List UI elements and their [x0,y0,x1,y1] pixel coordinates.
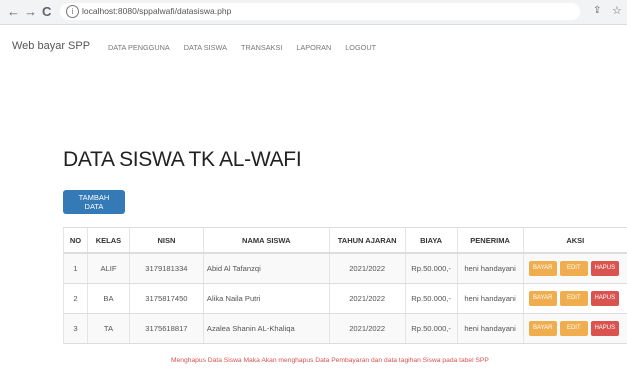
back-icon[interactable]: ← [7,4,20,20]
cell-nama: Abid Al Tafanzqi [202,253,330,284]
cell-biaya: Rp.50.000,- [404,313,458,344]
forward-icon[interactable]: → [24,4,37,20]
cell-no: 3 [63,313,88,344]
cell-tahun: 2021/2022 [328,283,406,314]
cell-penerima: heni handayani [456,313,524,344]
header-nisn: NISN [128,227,204,254]
cell-tahun: 2021/2022 [328,313,406,344]
reload-icon[interactable]: C [42,4,51,20]
share-icon[interactable]: ⇪ [593,5,601,16]
nav-menu: DATA PENGGUNA DATA SISWA TRANSAKSI LAPOR… [108,43,376,52]
url-text[interactable]: localhost:8080/sppalwafi/datasiswa.php [82,6,231,16]
hapus-button[interactable]: HAPUS [590,291,619,306]
address-bar[interactable]: i localhost:8080/sppalwafi/datasiswa.php [60,3,580,20]
table-row: 1 ALIF 3179181334 Abid Al Tafanzqi 2021/… [63,253,627,284]
table-row: 3 TA 3175618817 Azalea Shanin AL-Khaliqa… [63,313,627,344]
header-penerima: PENERIMA [456,227,524,254]
cell-biaya: Rp.50.000,- [404,283,458,314]
cell-penerima: heni handayani [456,283,524,314]
bayar-button[interactable]: BAYAR [528,321,557,336]
edit-button[interactable]: EDIT [559,321,588,336]
nav-transaksi[interactable]: TRANSAKSI [241,43,282,52]
nav-data-siswa[interactable]: DATA SISWA [184,43,227,52]
cell-nisn: 3175618817 [128,313,204,344]
nav-logout[interactable]: LOGOUT [345,43,376,52]
browser-toolbar: ← → C i localhost:8080/sppalwafi/datasis… [0,0,627,25]
header-biaya: BIAYA [404,227,458,254]
nav-data-pengguna[interactable]: DATA PENGGUNA [108,43,170,52]
info-icon[interactable]: i [66,5,79,18]
cell-nama: Alika Naila Putri [202,283,330,314]
cell-kelas: BA [86,283,130,314]
add-data-button[interactable]: TAMBAH DATA [63,190,125,214]
cell-penerima: heni handayani [456,253,524,284]
app-navbar: Web bayar SPP DATA PENGGUNA DATA SISWA T… [0,36,627,56]
hapus-button[interactable]: HAPUS [590,321,619,336]
cell-aksi: BAYAR EDIT HAPUS [522,313,627,344]
cell-nisn: 3175817450 [128,283,204,314]
bookmark-star-icon[interactable]: ☆ [612,4,622,17]
bayar-button[interactable]: BAYAR [528,291,557,306]
bayar-button[interactable]: BAYAR [528,261,557,276]
cell-aksi: BAYAR EDIT HAPUS [522,253,627,284]
cell-nama: Azalea Shanin AL-Khaliqa [202,313,330,344]
edit-button[interactable]: EDIT [559,291,588,306]
students-table: NO KELAS NISN NAMA SISWA TAHUN AJARAN BI… [63,227,627,344]
cell-kelas: ALIF [86,253,130,284]
header-aksi: AKSI [522,227,627,254]
header-no: NO [63,227,88,254]
nav-laporan[interactable]: LAPORAN [296,43,331,52]
hapus-button[interactable]: HAPUS [590,261,619,276]
cell-tahun: 2021/2022 [328,253,406,284]
header-nama-siswa: NAMA SISWA [202,227,330,254]
table-row: 2 BA 3175817450 Alika Naila Putri 2021/2… [63,283,627,314]
cell-biaya: Rp.50.000,- [404,253,458,284]
page-title: DATA SISWA TK AL-WAFI [63,148,302,171]
header-tahun-ajaran: TAHUN AJARAN [328,227,406,254]
edit-button[interactable]: EDIT [559,261,588,276]
header-kelas: KELAS [86,227,130,254]
cell-no: 2 [63,283,88,314]
brand-link[interactable]: Web bayar SPP [12,40,90,52]
cell-no: 1 [63,253,88,284]
cell-kelas: TA [86,313,130,344]
cell-nisn: 3179181334 [128,253,204,284]
delete-warning-notice: Menghapus Data Siswa Maka Akan menghapus… [171,357,489,364]
table-header-row: NO KELAS NISN NAMA SISWA TAHUN AJARAN BI… [63,227,627,254]
cell-aksi: BAYAR EDIT HAPUS [522,283,627,314]
